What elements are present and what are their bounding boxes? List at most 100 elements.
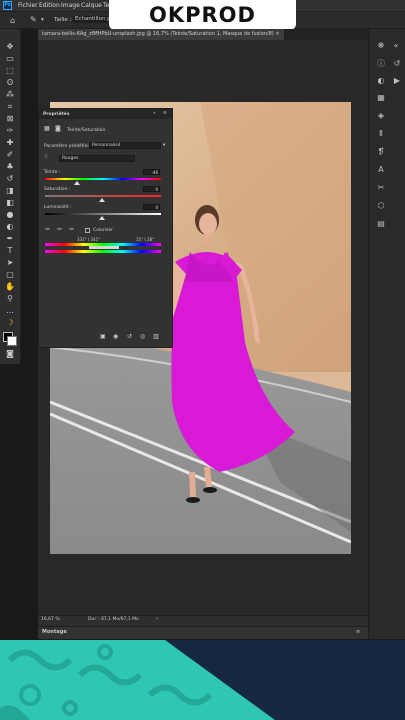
background-color-swatch[interactable] bbox=[7, 336, 17, 346]
lightness-value: 0 bbox=[155, 205, 158, 210]
adjustment-layer-icon: ▦ bbox=[44, 125, 50, 132]
saturation-slider-thumb[interactable] bbox=[99, 198, 105, 202]
timeline-tab[interactable]: Montage bbox=[42, 629, 67, 635]
marquee-tool-icon[interactable]: ⬚ bbox=[4, 66, 16, 76]
colorize-checkbox[interactable] bbox=[85, 228, 90, 233]
history-panel-icon[interactable]: ↺ bbox=[391, 59, 403, 69]
channels-panel-icon[interactable]: Ⅱ bbox=[375, 129, 387, 139]
range-left-values: 331° / 341° bbox=[77, 237, 101, 242]
saturation-slider-track[interactable] bbox=[45, 195, 161, 197]
blur-tool-icon[interactable]: ● bbox=[4, 210, 16, 220]
hue-slider-track[interactable] bbox=[45, 178, 161, 180]
edit-toolbar-icon[interactable]: ☽ bbox=[4, 318, 16, 328]
lasso-tool-icon[interactable]: ʘ bbox=[4, 78, 16, 88]
document-tab[interactable]: tamara-bellis-6Ag_zfMHPbU-unsplash.jpg @… bbox=[38, 29, 284, 40]
eyedropper-add-icon[interactable]: ✑ bbox=[57, 227, 62, 233]
document-tab-bar: tamara-bellis-6Ag_zfMHPbU-unsplash.jpg @… bbox=[38, 29, 368, 40]
quick-select-tool-icon[interactable]: ⁂ bbox=[4, 90, 16, 100]
view-previous-icon[interactable]: ◉ bbox=[113, 334, 118, 340]
zoom-tool-icon[interactable]: ⚲ bbox=[4, 294, 16, 304]
menu-image[interactable]: Image bbox=[61, 2, 80, 9]
gradient-tool-icon[interactable]: ◧ bbox=[4, 198, 16, 208]
right-panel-dock: ❋ ⓘ ◐ ▦ ◈ Ⅱ ❡ A ✂ ⬡ ▤ « ↺ ▶ bbox=[368, 29, 405, 639]
lightness-slider-track[interactable] bbox=[45, 213, 161, 215]
menu-edition[interactable]: Edition bbox=[39, 2, 60, 9]
properties-panel: Propriétés « ≡ ▦ ◙ Teinte/Saturation Par… bbox=[38, 108, 173, 348]
history-brush-icon[interactable]: ↺ bbox=[4, 174, 16, 184]
character-panel-icon[interactable]: A bbox=[375, 165, 387, 175]
result-color-bar bbox=[45, 250, 161, 253]
lightness-slider-thumb[interactable] bbox=[99, 216, 105, 220]
colorize-label: Coloriser bbox=[93, 228, 113, 233]
targeted-adjustment-hand-icon[interactable]: ☝ bbox=[44, 154, 48, 160]
channel-value: Rouges bbox=[62, 156, 79, 161]
actions-panel-icon[interactable]: ▶ bbox=[391, 76, 403, 86]
status-menu-icon[interactable]: › bbox=[156, 616, 158, 622]
move-tool-icon[interactable]: ✥ bbox=[4, 42, 16, 52]
artboard-tool-icon[interactable]: ▭ bbox=[4, 54, 16, 64]
frame-tool-icon[interactable]: ⊠ bbox=[4, 114, 16, 124]
color-panel-icon[interactable]: ❋ bbox=[375, 41, 387, 51]
properties-title: Propriétés bbox=[43, 112, 70, 117]
photoshop-app-icon[interactable]: Ps bbox=[3, 1, 12, 10]
reset-icon[interactable]: ↺ bbox=[127, 334, 132, 340]
timeline-panel-icon[interactable]: ▤ bbox=[375, 219, 387, 229]
menu-fichier[interactable]: Fichier bbox=[18, 2, 38, 9]
adjustment-name: Teinte/Saturation bbox=[67, 128, 106, 133]
quick-mask-icon[interactable]: ◙ bbox=[4, 349, 16, 359]
menu-calque[interactable]: Calque bbox=[81, 2, 102, 9]
hand-tool-icon[interactable]: ✋ bbox=[4, 282, 16, 292]
info-panel-icon[interactable]: ⓘ bbox=[375, 59, 387, 69]
visibility-icon[interactable]: ◎ bbox=[140, 334, 145, 340]
timeline-menu-icon[interactable]: ≡ bbox=[356, 629, 360, 635]
crop-tool-icon[interactable]: ⌗ bbox=[4, 102, 16, 112]
healing-brush-icon[interactable]: ✚ bbox=[4, 138, 16, 148]
clone-stamp-icon[interactable]: ♣ bbox=[4, 162, 16, 172]
eraser-tool-icon[interactable]: ◨ bbox=[4, 186, 16, 196]
mask-icon[interactable]: ◙ bbox=[55, 126, 61, 132]
clip-to-layer-icon[interactable]: ▣ bbox=[100, 334, 106, 340]
pen-tool-icon[interactable]: ✒ bbox=[4, 234, 16, 244]
brush-tool-icon[interactable]: ✐ bbox=[4, 150, 16, 160]
hue-input[interactable]: -46 bbox=[143, 169, 160, 175]
tool-presets-icon[interactable]: ✂ bbox=[375, 183, 387, 193]
layers-panel-icon[interactable]: ◈ bbox=[375, 111, 387, 121]
tools-panel: ✥ ▭ ⬚ ʘ ⁂ ⌗ ⊠ ✑ ✚ ✐ ♣ ↺ ◨ ◧ ● ◐ ✒ T ➤ ▢ … bbox=[0, 29, 21, 364]
eyedropper-subtract-icon[interactable]: ✑ bbox=[69, 227, 74, 233]
expand-panels-icon[interactable]: « bbox=[390, 41, 402, 51]
dodge-tool-icon[interactable]: ◐ bbox=[4, 222, 16, 232]
chevron-down-icon[interactable]: ▾ bbox=[41, 17, 44, 23]
collapse-icon[interactable]: « bbox=[153, 111, 156, 116]
eyedropper-tool-icon[interactable]: ✎ bbox=[30, 15, 37, 24]
panel-menu-icon[interactable]: ≡ bbox=[163, 111, 167, 116]
channel-dropdown[interactable]: Rouges bbox=[59, 155, 135, 162]
brand-footer-pattern bbox=[0, 640, 275, 720]
paths-panel-icon[interactable]: ❡ bbox=[375, 147, 387, 157]
status-bar: 16,67 % Doc : 67,1 Mo/67,1 Mo › bbox=[38, 615, 368, 626]
adjustments-panel-icon[interactable]: ◐ bbox=[375, 76, 387, 86]
document-size: Doc : 67,1 Mo/67,1 Mo bbox=[88, 617, 139, 622]
timeline-panel: Montage ≡ bbox=[38, 626, 368, 639]
path-select-icon[interactable]: ➤ bbox=[4, 258, 16, 268]
hue-label: Teinte : bbox=[44, 170, 61, 175]
delete-icon[interactable]: ▥ bbox=[153, 334, 159, 340]
hue-slider-thumb[interactable] bbox=[74, 181, 80, 185]
saturation-value: 0 bbox=[155, 187, 158, 192]
swatches-panel-icon[interactable]: ▦ bbox=[375, 93, 387, 103]
home-icon[interactable]: ⌂ bbox=[10, 16, 15, 25]
range-selector[interactable] bbox=[89, 246, 119, 249]
zoom-level[interactable]: 16,67 % bbox=[41, 617, 60, 622]
lightness-input[interactable]: 0 bbox=[143, 204, 160, 210]
brand-logo: OKPROD bbox=[109, 0, 296, 30]
lightness-label: Luminosité : bbox=[44, 205, 72, 210]
type-tool-icon[interactable]: T bbox=[4, 246, 16, 256]
eyedropper-sample-icon[interactable]: ✑ bbox=[45, 227, 50, 233]
eyedropper-icon[interactable]: ✑ bbox=[4, 126, 16, 136]
more-tools-icon[interactable]: … bbox=[4, 306, 16, 316]
saturation-input[interactable]: 0 bbox=[143, 186, 160, 192]
rectangle-tool-icon[interactable]: ▢ bbox=[4, 270, 16, 280]
preset-dropdown[interactable]: Personnalisé bbox=[89, 142, 161, 149]
sample-size-label: Taille : bbox=[54, 17, 72, 23]
3d-panel-icon[interactable]: ⬡ bbox=[375, 201, 387, 211]
preset-chevron-icon[interactable]: ▾ bbox=[163, 143, 165, 148]
